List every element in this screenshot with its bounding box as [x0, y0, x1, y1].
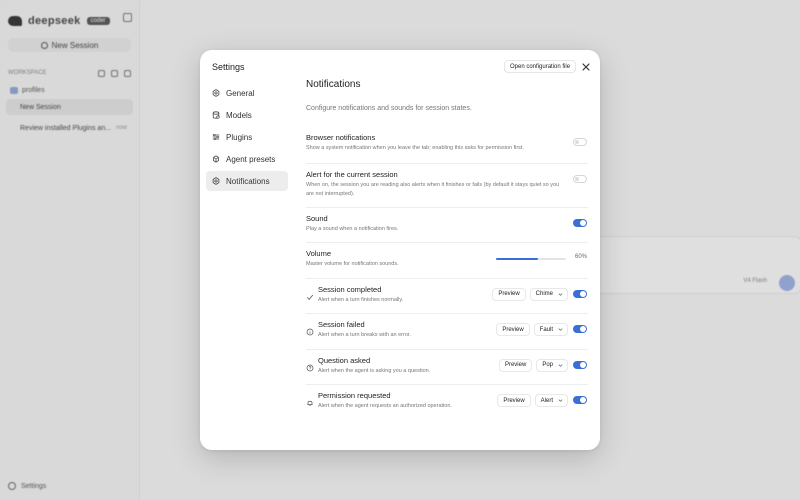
- open-config-button[interactable]: Open configuration file: [504, 60, 577, 73]
- sound-select-value: Alert: [540, 397, 553, 404]
- volume-value: 60%: [574, 254, 587, 260]
- bell-icon: [307, 400, 313, 406]
- nav-label: Models: [226, 110, 252, 120]
- database-icon: [212, 111, 220, 119]
- gear-icon: [212, 89, 220, 97]
- sound-select-value: Pop: [542, 362, 553, 368]
- agents-icon: [213, 155, 219, 163]
- setting-desc: Master volume for notification sounds.: [306, 261, 399, 267]
- settings-nav: General Models Plugins Agent presets Not…: [206, 83, 288, 193]
- nav-general[interactable]: General: [206, 83, 288, 103]
- nav-label: Agent presets: [226, 154, 276, 164]
- preview-button[interactable]: Preview: [496, 323, 530, 336]
- sound-select-value: Chime: [535, 291, 553, 297]
- sound-select-value: Fault: [539, 326, 553, 333]
- panel-title: Notifications: [306, 79, 361, 90]
- settings-list: Browser notifications Show a system noti…: [306, 127, 588, 420]
- nav-agent-presets[interactable]: Agent presets: [206, 149, 288, 169]
- preview-button[interactable]: Preview: [498, 358, 533, 372]
- nav-label: Plugins: [226, 132, 253, 142]
- setting-title: Volume: [306, 249, 332, 258]
- sound-select[interactable]: Fault: [533, 323, 568, 336]
- settings-modal: Settings Open configuration file General…: [200, 50, 600, 450]
- sound-select[interactable]: Pop: [536, 358, 568, 372]
- question-asked-toggle[interactable]: [573, 360, 587, 369]
- current-session-toggle[interactable]: [573, 174, 587, 183]
- permission-requested-toggle[interactable]: [573, 396, 587, 404]
- setting-row-volume: Volume Master volume for notification so…: [306, 242, 588, 278]
- setting-title: Browser notifications: [306, 133, 376, 142]
- preview-button[interactable]: Preview: [497, 394, 531, 407]
- setting-title: Sound: [306, 213, 328, 223]
- setting-desc: When on, the session you are reading als…: [306, 181, 560, 197]
- gear-icon: [212, 177, 220, 185]
- check-icon: [306, 294, 314, 300]
- setting-row-question-asked: Question asked Alert when the agent is a…: [306, 348, 588, 385]
- nav-models[interactable]: Models: [206, 105, 288, 125]
- setting-row-permission-requested: Permission requested Alert when the agen…: [306, 384, 588, 420]
- setting-row-sound: Sound Play a sound when a notification f…: [306, 206, 588, 243]
- sound-toggle[interactable]: [573, 218, 587, 227]
- chevron-down-icon: [558, 363, 563, 367]
- chevron-down-icon: [558, 399, 563, 402]
- setting-row-session-completed: Session completed Alert when a turn fini…: [306, 277, 588, 314]
- session-failed-toggle[interactable]: [573, 325, 587, 333]
- setting-row-session-failed: Session failed Alert when a turn breaks …: [306, 313, 588, 349]
- setting-row-current-session: Alert for the current session When on, t…: [306, 162, 588, 207]
- question-circle-icon: [306, 364, 314, 371]
- setting-title: Alert for the current session: [306, 169, 398, 179]
- sound-select[interactable]: Alert: [534, 394, 568, 407]
- notifications-panel: Notifications Configure notifications an…: [306, 79, 588, 420]
- sliders-icon: [212, 133, 220, 141]
- panel-description: Configure notifications and sounds for s…: [306, 105, 472, 112]
- sound-select[interactable]: Chime: [529, 287, 568, 301]
- chevron-down-icon: [558, 292, 563, 296]
- chevron-down-icon: [558, 328, 563, 331]
- setting-desc: Show a system notification when you leav…: [306, 145, 524, 151]
- session-completed-toggle[interactable]: [573, 289, 587, 298]
- close-icon[interactable]: [581, 62, 591, 72]
- volume-slider-fill: [496, 258, 538, 260]
- info-circle-icon: [306, 328, 314, 336]
- nav-notifications[interactable]: Notifications: [206, 171, 288, 191]
- nav-label: General: [226, 88, 255, 98]
- nav-plugins[interactable]: Plugins: [206, 127, 288, 147]
- nav-label: Notifications: [226, 176, 270, 186]
- volume-slider[interactable]: [496, 258, 566, 260]
- modal-title: Settings: [212, 62, 245, 72]
- preview-button[interactable]: Preview: [492, 287, 526, 301]
- browser-notifications-toggle[interactable]: [573, 138, 587, 146]
- setting-desc: Play a sound when a notification fires.: [306, 225, 399, 232]
- setting-row-browser: Browser notifications Show a system noti…: [306, 127, 588, 163]
